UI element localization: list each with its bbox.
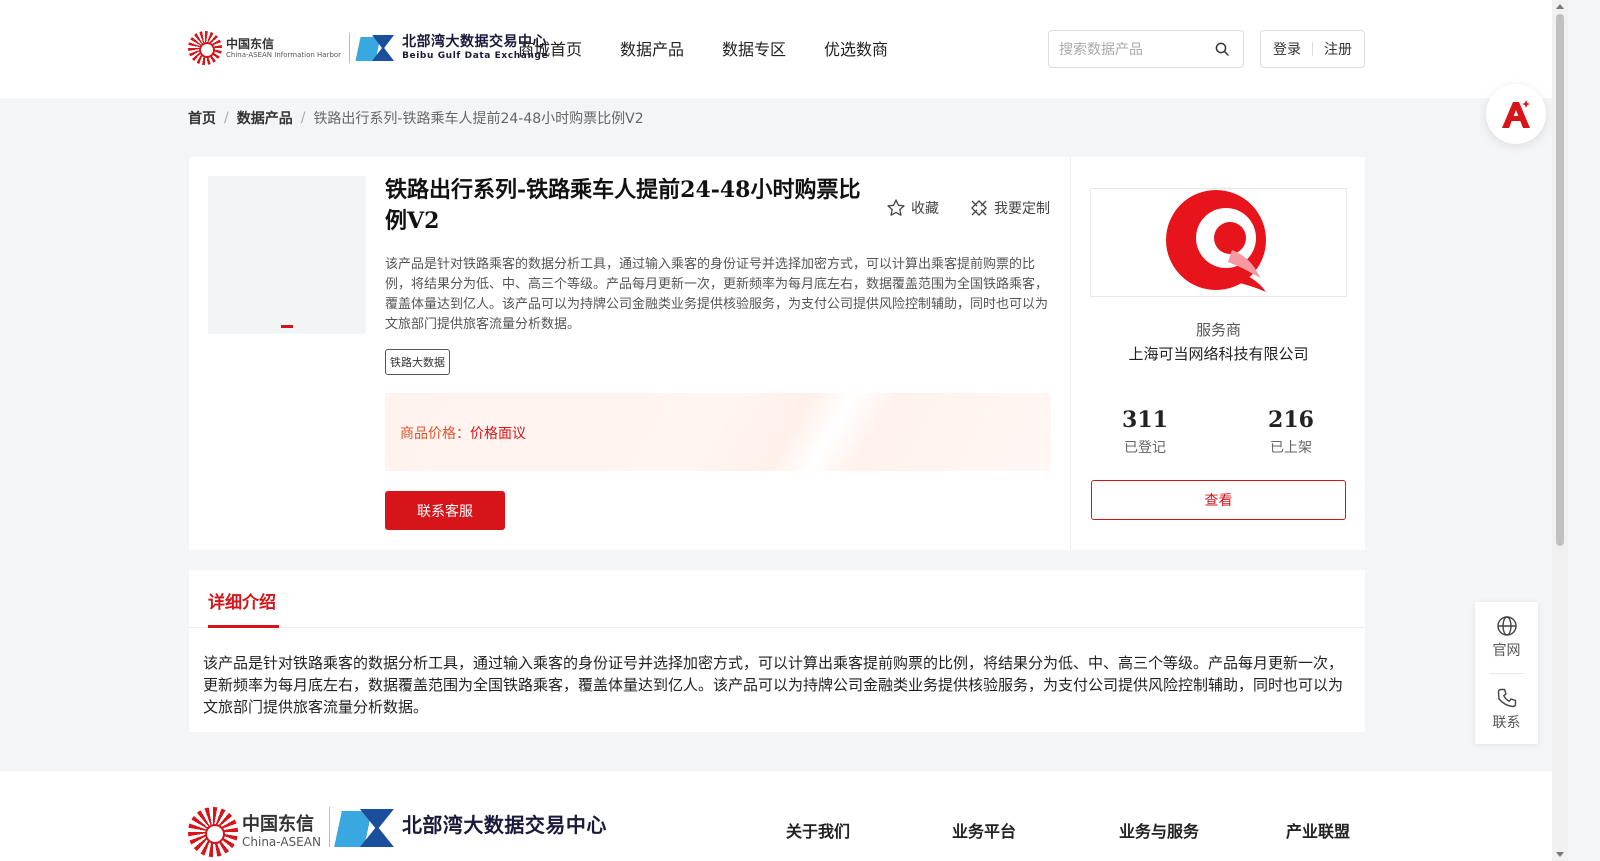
- search-box: [1048, 30, 1244, 68]
- breadcrumb-current: 铁路出行系列-铁路乘车人提前24-48小时购票比例V2: [313, 111, 644, 127]
- scroll-down-arrow-icon[interactable]: [1556, 852, 1564, 857]
- breadcrumb-separator: /: [224, 110, 229, 126]
- china-ase-logo: 中国东信 China-ASEAN Information Harbor: [188, 31, 341, 65]
- price-box: 商品价格：价格面议: [385, 393, 1051, 471]
- scroll-up-arrow-icon[interactable]: [1556, 4, 1564, 9]
- logo-primary-cn: 中国东信: [226, 36, 275, 51]
- breadcrumb: 首页 / 数据产品 / 铁路出行系列-铁路乘车人提前24-48小时购票比例V2: [188, 108, 644, 128]
- breadcrumb-home[interactable]: 首页: [188, 108, 216, 128]
- footer-logo-primary-en: China-ASEAN: [242, 835, 321, 849]
- nav-data-zone[interactable]: 数据专区: [722, 36, 786, 60]
- carousel-indicator[interactable]: [281, 325, 293, 328]
- scrollbar-thumb[interactable]: [1556, 14, 1564, 546]
- footer-nav-about[interactable]: 关于我们: [786, 818, 850, 842]
- footer-beibu-gulf-mark-icon: [334, 807, 396, 847]
- registered-stat: 311 已登记: [1085, 407, 1205, 457]
- favorite-label: 收藏: [911, 201, 939, 217]
- footer: 中国东信 China-ASEAN 北部湾大数据交易中心 关于我们 业务平台 业务…: [0, 771, 1568, 861]
- footer-logo-secondary-cn: 北部湾大数据交易中心: [401, 813, 607, 837]
- site-logo[interactable]: 中国东信 China-ASEAN Information Harbor 北部湾大…: [188, 28, 548, 68]
- contact-service-button[interactable]: 联系客服: [385, 491, 505, 530]
- nav-preferred-vendors[interactable]: 优选数商: [824, 36, 888, 60]
- detail-tabbar: 详细介绍: [189, 570, 1365, 628]
- customize-label: 我要定制: [994, 201, 1050, 217]
- side-website-label: 官网: [1492, 643, 1521, 659]
- ai-assistant-button[interactable]: [1486, 84, 1546, 144]
- sunburst-icon: [188, 31, 222, 65]
- logo-divider: [349, 33, 351, 63]
- vendor-logo: [1090, 188, 1347, 297]
- logo-primary-en: China-ASEAN Information Harbor: [226, 50, 342, 59]
- vendor-role: 服务商: [1195, 321, 1241, 339]
- product-title: 铁路出行系列-铁路乘车人提前24-48小时购票比例V2: [385, 177, 861, 234]
- product-image: [208, 176, 366, 334]
- beibu-gulf-mark-icon: [355, 33, 396, 63]
- side-contact-button[interactable]: 联系: [1475, 687, 1538, 732]
- phone-icon: [1497, 688, 1516, 708]
- globe-icon: [1496, 616, 1517, 636]
- listed-label: 已上架: [1270, 440, 1312, 456]
- login-button[interactable]: 登录: [1262, 39, 1312, 59]
- product-description: 该产品是针对铁路乘客的数据分析工具，通过输入乘客的身份证号并选择加密方式，可以计…: [385, 257, 1049, 332]
- registered-label: 已登记: [1124, 440, 1166, 456]
- tab-detail-intro[interactable]: 详细介绍: [208, 588, 276, 613]
- vendor-brand-icon: [1165, 189, 1266, 292]
- footer-nav-services[interactable]: 业务与服务: [1119, 818, 1199, 842]
- nav-mall-home[interactable]: 商城首页: [518, 36, 582, 60]
- view-vendor-button[interactable]: 查看: [1091, 480, 1346, 520]
- listed-stat: 216 已上架: [1231, 407, 1351, 457]
- side-divider: [1489, 673, 1524, 674]
- breadcrumb-separator: /: [300, 110, 306, 126]
- search-input[interactable]: [1049, 41, 1209, 57]
- ai-assistant-icon: [1502, 100, 1530, 128]
- detail-body: 该产品是针对铁路乘客的数据分析工具，通过输入乘客的身份证号并选择加密方式，可以计…: [203, 654, 1344, 716]
- price-row: 商品价格：价格面议: [400, 423, 526, 443]
- customize-button[interactable]: 我要定制: [969, 198, 1050, 218]
- vendor-name[interactable]: 上海可当网络科技有限公司: [1071, 343, 1366, 364]
- price-value: 价格面议: [470, 426, 526, 442]
- tab-active-indicator: [208, 625, 279, 628]
- footer-logo[interactable]: 中国东信 China-ASEAN 北部湾大数据交易中心: [188, 807, 607, 857]
- detail-section: 详细介绍 该产品是针对铁路乘客的数据分析工具，通过输入乘客的身份证号并选择加密方…: [189, 570, 1365, 732]
- side-float-panel: 官网 联系: [1475, 602, 1538, 744]
- main-nav: 商城首页 数据产品 数据专区 优选数商: [518, 36, 888, 60]
- footer-china-ase-logo: 中国东信 China-ASEAN: [188, 807, 321, 857]
- product-tag[interactable]: 铁路大数据: [385, 349, 450, 375]
- star-icon: [887, 199, 905, 216]
- search-icon[interactable]: [1209, 36, 1235, 62]
- product-card: 铁路出行系列-铁路乘车人提前24-48小时购票比例V2 收藏 我要定制 该产品是…: [189, 157, 1365, 550]
- footer-logo-primary-cn: 中国东信: [242, 814, 314, 835]
- favorite-button[interactable]: 收藏: [886, 198, 939, 218]
- nav-data-products[interactable]: 数据产品: [620, 36, 684, 60]
- footer-sunburst-icon: [188, 807, 238, 857]
- footer-nav-platform[interactable]: 业务平台: [952, 818, 1016, 842]
- vendor-panel: 服务商 上海可当网络科技有限公司 311 已登记 216 已上架 查看: [1070, 157, 1365, 550]
- footer-nav-alliance[interactable]: 产业联盟: [1286, 818, 1350, 842]
- customize-icon: [971, 200, 987, 216]
- breadcrumb-category[interactable]: 数据产品: [237, 108, 293, 128]
- footer-logo-divider: [328, 807, 330, 847]
- listed-count: 216: [1268, 407, 1314, 433]
- header: 中国东信 China-ASEAN Information Harbor 北部湾大…: [0, 0, 1568, 98]
- side-contact-label: 联系: [1492, 715, 1521, 731]
- registered-count: 311: [1122, 407, 1168, 433]
- price-label: 商品价格：: [400, 426, 470, 442]
- side-website-button[interactable]: 官网: [1475, 615, 1538, 660]
- page-scrollbar[interactable]: [1552, 0, 1568, 861]
- register-button[interactable]: 注册: [1313, 39, 1363, 59]
- auth-box: 登录 注册: [1260, 30, 1365, 68]
